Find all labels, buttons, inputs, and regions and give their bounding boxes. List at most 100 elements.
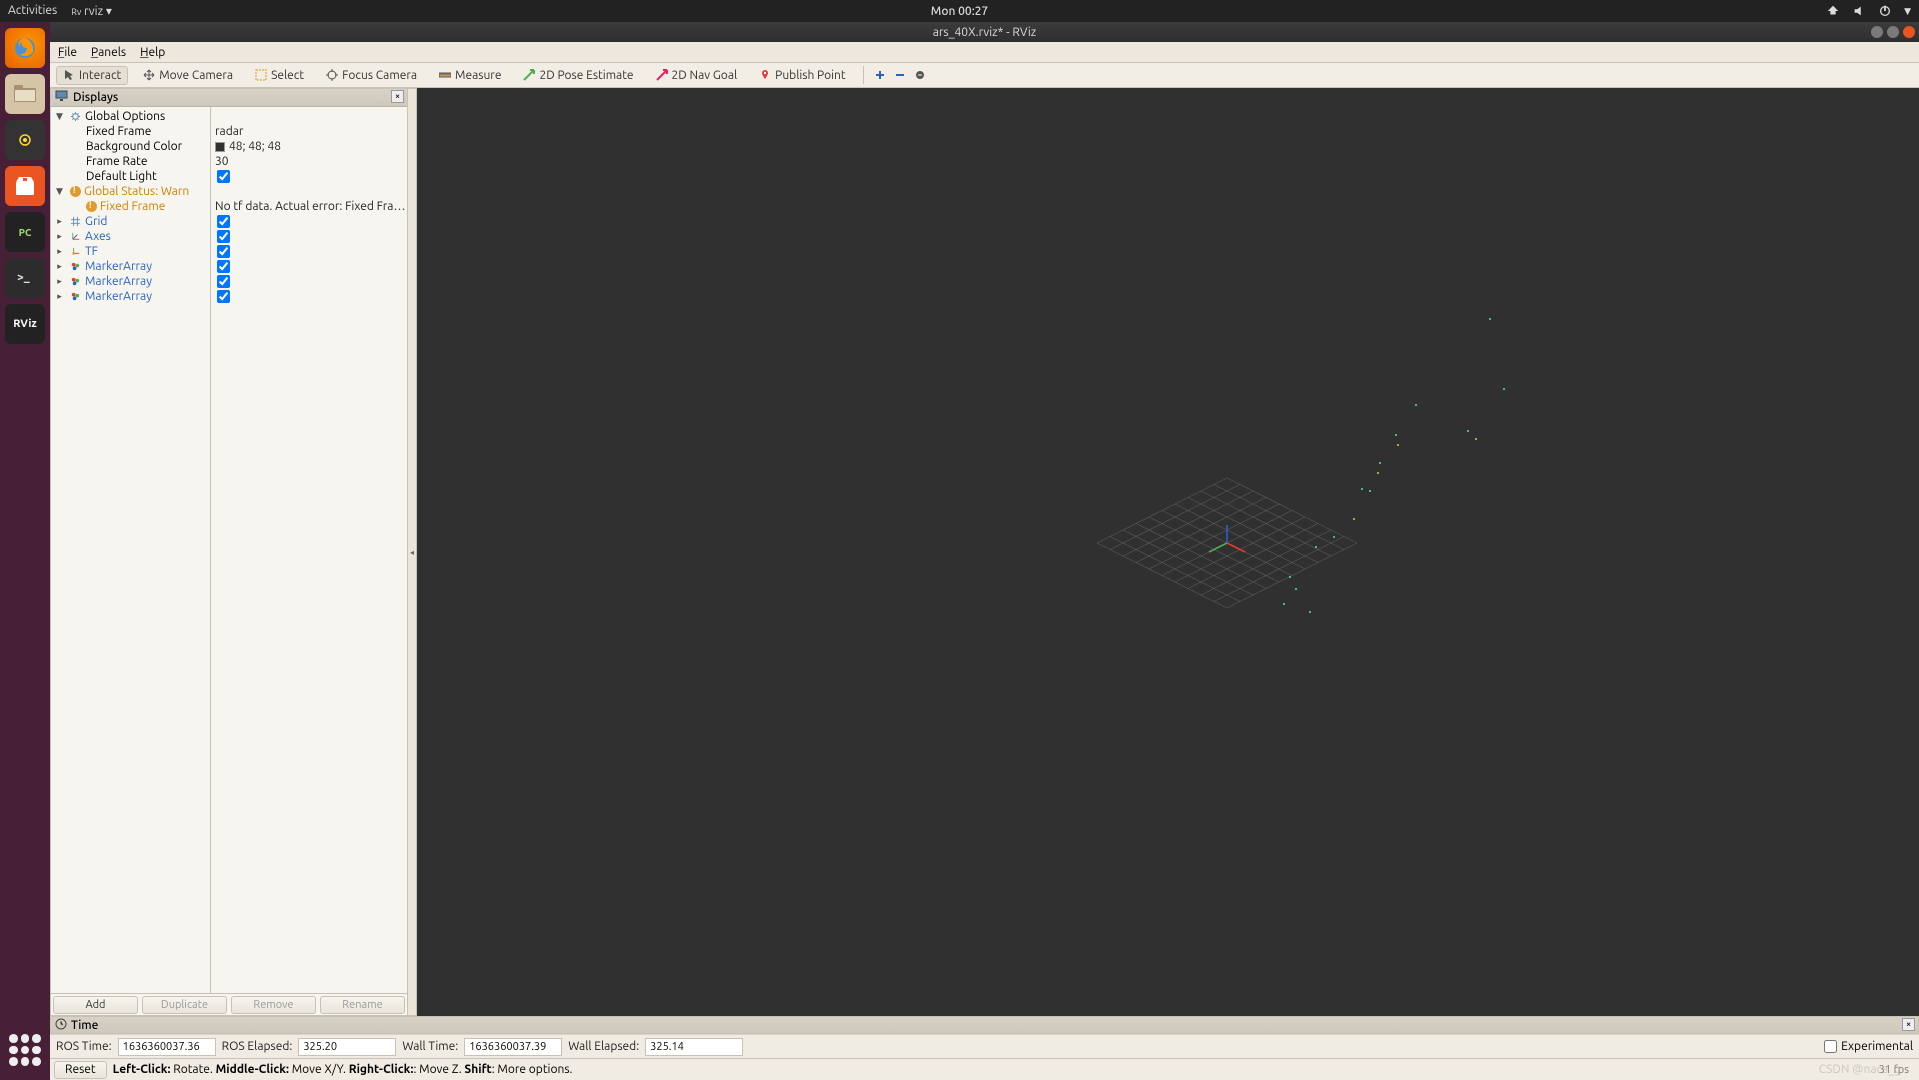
tree-checkbox[interactable] <box>217 170 230 183</box>
radar-point <box>1489 318 1491 320</box>
tree-row[interactable]: ▸MarkerArray <box>51 274 210 289</box>
tree-row[interactable]: Frame Rate <box>51 154 210 169</box>
tool-2d-pose-estimate[interactable]: 2D Pose Estimate <box>516 66 640 85</box>
tree-value[interactable] <box>211 274 407 289</box>
duplicate-button[interactable]: Duplicate <box>142 996 227 1014</box>
volume-icon[interactable] <box>1852 4 1866 18</box>
tree-row[interactable]: ▸TF <box>51 244 210 259</box>
radar-point <box>1377 472 1379 474</box>
menu-help[interactable]: Help <box>140 46 165 59</box>
menubar: File Panels Help <box>50 42 1919 63</box>
window-maximize-button[interactable] <box>1887 26 1899 38</box>
add-button[interactable]: Add <box>53 996 138 1014</box>
radar-point <box>1289 576 1291 578</box>
tree-value[interactable] <box>211 259 407 274</box>
tree-row[interactable]: ▼Global Status: Warn <box>51 184 210 199</box>
tool-focus-camera[interactable]: Focus Camera <box>319 66 424 85</box>
activities-button[interactable]: Activities <box>8 4 57 18</box>
fps-display: 31 fps <box>1879 1064 1909 1076</box>
tree-row[interactable]: ▸MarkerArray <box>51 259 210 274</box>
displays-tree[interactable]: ▼Global OptionsFixed FrameBackground Col… <box>51 107 407 993</box>
tree-checkbox[interactable] <box>217 230 230 243</box>
dock-rhythmbox[interactable] <box>5 120 45 160</box>
radar-point <box>1333 536 1335 538</box>
tree-value[interactable]: radar <box>211 124 407 139</box>
tool-publish-point[interactable]: Publish Point <box>752 66 852 85</box>
toolbar-separator <box>863 66 864 84</box>
tool-move-camera[interactable]: Move Camera <box>136 66 240 85</box>
dock-rviz[interactable]: RViz <box>5 304 45 344</box>
radar-point <box>1379 462 1381 464</box>
tree-checkbox[interactable] <box>217 245 230 258</box>
chevron-down-icon[interactable]: ▼ <box>1904 6 1911 17</box>
move-icon <box>143 69 155 81</box>
tool-select[interactable]: Select <box>248 66 311 85</box>
tree-value[interactable] <box>211 229 407 244</box>
menu-file[interactable]: File <box>58 46 77 59</box>
tree-value[interactable]: 48; 48; 48 <box>211 139 407 154</box>
ros-time-field[interactable] <box>118 1038 216 1056</box>
tree-value[interactable] <box>211 244 407 259</box>
radar-point <box>1415 404 1417 406</box>
tree-value[interactable] <box>211 289 407 304</box>
tree-checkbox[interactable] <box>217 275 230 288</box>
wall-elapsed-field[interactable] <box>645 1038 743 1056</box>
tree-row[interactable]: ▼Global Options <box>51 109 210 124</box>
tool-2d-nav-goal[interactable]: 2D Nav Goal <box>649 66 745 85</box>
dock-software[interactable] <box>5 166 45 206</box>
minus-icon[interactable] <box>894 69 906 81</box>
ruler-icon <box>439 69 451 81</box>
dock-firefox[interactable] <box>5 28 45 68</box>
tree-row[interactable]: Background Color <box>51 139 210 154</box>
panel-collapse-handle[interactable] <box>408 88 417 1016</box>
radar-point <box>1467 430 1469 432</box>
experimental-checkbox[interactable] <box>1824 1040 1837 1053</box>
tree-checkbox[interactable] <box>217 260 230 273</box>
dock-pycharm[interactable]: PC <box>5 212 45 252</box>
tree-row[interactable]: ▸Grid <box>51 214 210 229</box>
tool-measure[interactable]: Measure <box>432 66 508 85</box>
network-icon[interactable] <box>1826 4 1840 18</box>
radar-point <box>1309 611 1311 613</box>
displays-panel-header[interactable]: Displays × <box>51 89 407 107</box>
tree-value[interactable]: 30 <box>211 154 407 169</box>
window-titlebar[interactable]: ars_40X.rviz* - RViz <box>50 22 1919 42</box>
displays-button-row: Add Duplicate Remove Rename <box>51 993 407 1015</box>
displays-close-button[interactable]: × <box>391 90 404 103</box>
remove-button[interactable]: Remove <box>231 996 316 1014</box>
app-menu[interactable]: Rv rviz ▾ <box>71 4 112 18</box>
time-panel-header[interactable]: Time × <box>50 1016 1919 1034</box>
tree-value[interactable]: No tf data. Actual error: Fixed Fra… <box>211 199 407 214</box>
tree-row[interactable]: Fixed Frame <box>51 124 210 139</box>
tree-checkbox[interactable] <box>217 290 230 303</box>
dock-show-apps[interactable] <box>9 1034 41 1066</box>
cursor-icon <box>63 69 75 81</box>
plus-icon[interactable] <box>874 69 886 81</box>
remove-icon[interactable] <box>914 69 926 81</box>
wall-time-field[interactable] <box>464 1038 562 1056</box>
tree-checkbox[interactable] <box>217 215 230 228</box>
radar-point <box>1361 488 1363 490</box>
rename-button[interactable]: Rename <box>320 996 405 1014</box>
tool-interact[interactable]: Interact <box>56 66 128 85</box>
window-close-button[interactable] <box>1903 26 1915 38</box>
tree-row[interactable]: ▸MarkerArray <box>51 289 210 304</box>
time-close-button[interactable]: × <box>1902 1018 1915 1031</box>
tree-value[interactable] <box>211 184 407 199</box>
tree-value[interactable] <box>211 109 407 124</box>
dock-files[interactable] <box>5 74 45 114</box>
tree-value[interactable] <box>211 214 407 229</box>
rviz-3d-viewport[interactable] <box>417 88 1919 1016</box>
reset-button[interactable]: Reset <box>54 1061 107 1079</box>
power-icon[interactable] <box>1878 4 1892 18</box>
tree-row[interactable]: ▸Axes <box>51 229 210 244</box>
tree-value[interactable] <box>211 169 407 184</box>
pin-icon <box>759 69 771 81</box>
menu-panels[interactable]: Panels <box>91 46 126 59</box>
tree-row[interactable]: Default Light <box>51 169 210 184</box>
tree-row[interactable]: Fixed Frame <box>51 199 210 214</box>
dock-terminal[interactable]: >_ <box>5 258 45 298</box>
window-minimize-button[interactable] <box>1871 26 1883 38</box>
wall-elapsed-label: Wall Elapsed: <box>568 1040 639 1053</box>
ros-elapsed-field[interactable] <box>298 1038 396 1056</box>
